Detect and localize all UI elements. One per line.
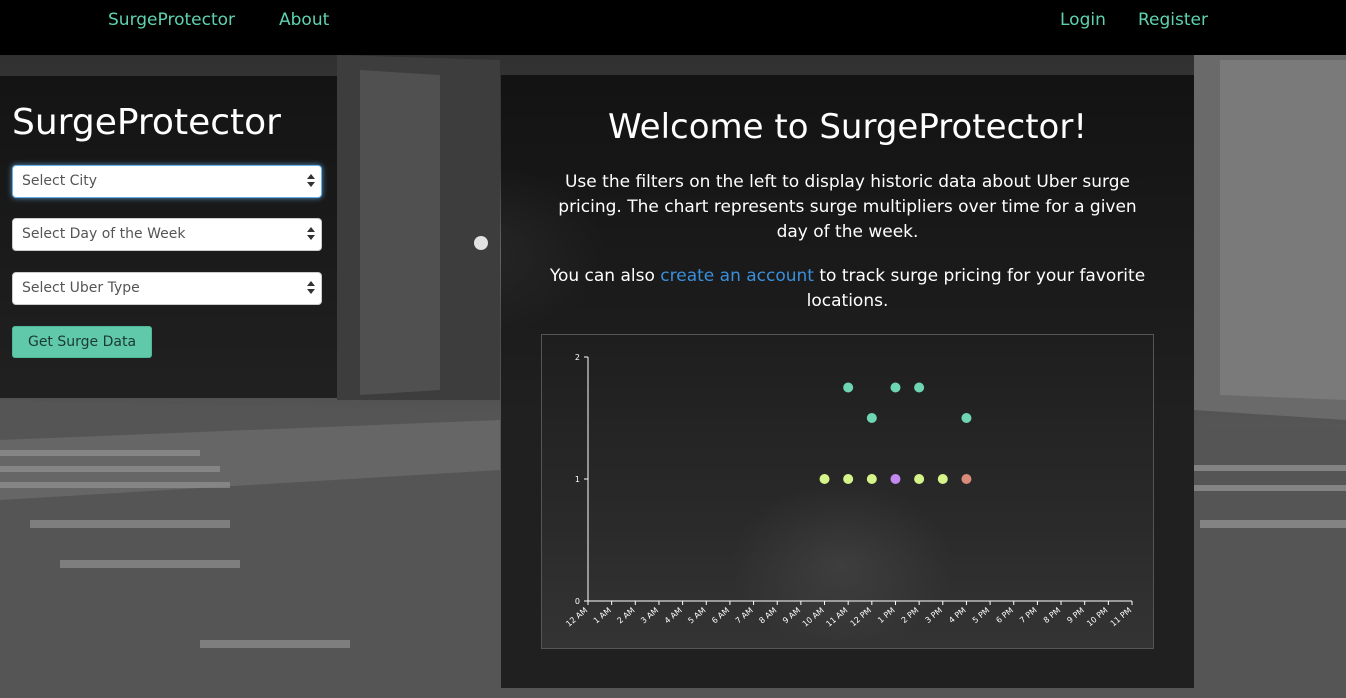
nav-register-link[interactable]: Register bbox=[1138, 10, 1208, 30]
x-tick-label: 5 AM bbox=[686, 606, 707, 626]
x-tick-label: 4 PM bbox=[947, 606, 968, 625]
data-point bbox=[914, 474, 925, 484]
x-tick-label: 12 PM bbox=[849, 606, 874, 629]
data-point bbox=[937, 474, 948, 484]
select-caret-icon bbox=[307, 281, 315, 297]
data-point bbox=[819, 474, 830, 484]
x-tick-label: 10 PM bbox=[1085, 606, 1110, 629]
welcome-title: Welcome to SurgeProtector! bbox=[608, 107, 1087, 147]
x-tick-label: 5 PM bbox=[971, 606, 992, 625]
x-tick-label: 4 AM bbox=[663, 606, 684, 626]
x-tick-label: 6 AM bbox=[710, 606, 731, 626]
x-tick-label: 3 PM bbox=[923, 606, 944, 625]
get-surge-data-button[interactable]: Get Surge Data bbox=[12, 326, 152, 358]
x-tick-label: 11 PM bbox=[1109, 606, 1134, 629]
select-caret-icon bbox=[307, 174, 315, 190]
x-tick-label: 8 PM bbox=[1042, 606, 1063, 625]
x-tick-label: 8 AM bbox=[757, 606, 778, 626]
type-select-label: Select Uber Type bbox=[22, 280, 140, 296]
data-point bbox=[866, 474, 877, 484]
x-tick-label: 3 AM bbox=[639, 606, 660, 626]
y-tick-label: 2 bbox=[575, 353, 580, 362]
data-point bbox=[843, 382, 854, 393]
data-point bbox=[961, 413, 972, 423]
x-tick-label: 6 PM bbox=[994, 606, 1015, 625]
x-tick-label: 1 AM bbox=[592, 606, 613, 626]
data-point bbox=[890, 382, 901, 393]
nav-about-link[interactable]: About bbox=[279, 10, 329, 30]
x-tick-label: 11 AM bbox=[824, 606, 849, 629]
filter-sidebar: SurgeProtector Select City Select Day of… bbox=[0, 76, 337, 398]
surge-chart-svg: 0 1 2 12 AM 1 AM 2 AM 3 AM 4 AM 5 AM 6 AM 7 AM 8 AM… bbox=[564, 353, 1134, 629]
x-tick-label: 10 AM bbox=[801, 606, 826, 629]
select-caret-icon bbox=[307, 227, 315, 243]
data-point bbox=[890, 474, 901, 484]
account-prompt: You can also create an account to track … bbox=[547, 264, 1148, 314]
sidebar-title: SurgeProtector bbox=[12, 102, 281, 143]
y-tick-label: 0 bbox=[575, 597, 580, 606]
x-tick-label: 7 AM bbox=[734, 606, 755, 626]
surge-chart: 0 1 2 12 AM 1 AM 2 AM 3 AM 4 AM 5 AM 6 AM 7 AM 8 AM… bbox=[541, 334, 1154, 649]
x-tick-label: 2 AM bbox=[615, 606, 636, 626]
intro-text: Use the filters on the left to display h… bbox=[558, 172, 1137, 242]
x-tick-label: 9 AM bbox=[781, 606, 802, 626]
uber-type-select[interactable]: Select Uber Type bbox=[12, 272, 322, 305]
create-account-link[interactable]: create an account bbox=[660, 266, 814, 286]
x-tick-label: 7 PM bbox=[1018, 606, 1039, 625]
city-select-label: Select City bbox=[22, 173, 98, 189]
brand-link[interactable]: SurgeProtector bbox=[108, 10, 235, 30]
data-point bbox=[914, 382, 925, 393]
city-select[interactable]: Select City bbox=[12, 165, 322, 198]
account-prompt-after: to track surge pricing for your favorite… bbox=[806, 266, 1146, 311]
day-select-label: Select Day of the Week bbox=[22, 226, 186, 242]
y-tick-label: 1 bbox=[575, 475, 580, 484]
data-point bbox=[866, 413, 877, 423]
data-point bbox=[843, 474, 854, 484]
day-of-week-select[interactable]: Select Day of the Week bbox=[12, 218, 322, 251]
x-tick-label: 9 PM bbox=[1065, 606, 1086, 625]
account-prompt-before: You can also bbox=[549, 266, 661, 286]
x-tick-label: 1 PM bbox=[876, 606, 897, 625]
welcome-panel: Welcome to SurgeProtector! Use the filte… bbox=[501, 75, 1194, 688]
x-tick-label: 2 PM bbox=[900, 606, 921, 625]
top-navbar: SurgeProtector About Login Register bbox=[0, 0, 1346, 55]
nav-login-link[interactable]: Login bbox=[1060, 10, 1106, 30]
x-tick-label: 12 AM bbox=[564, 606, 589, 629]
data-point bbox=[961, 474, 972, 484]
